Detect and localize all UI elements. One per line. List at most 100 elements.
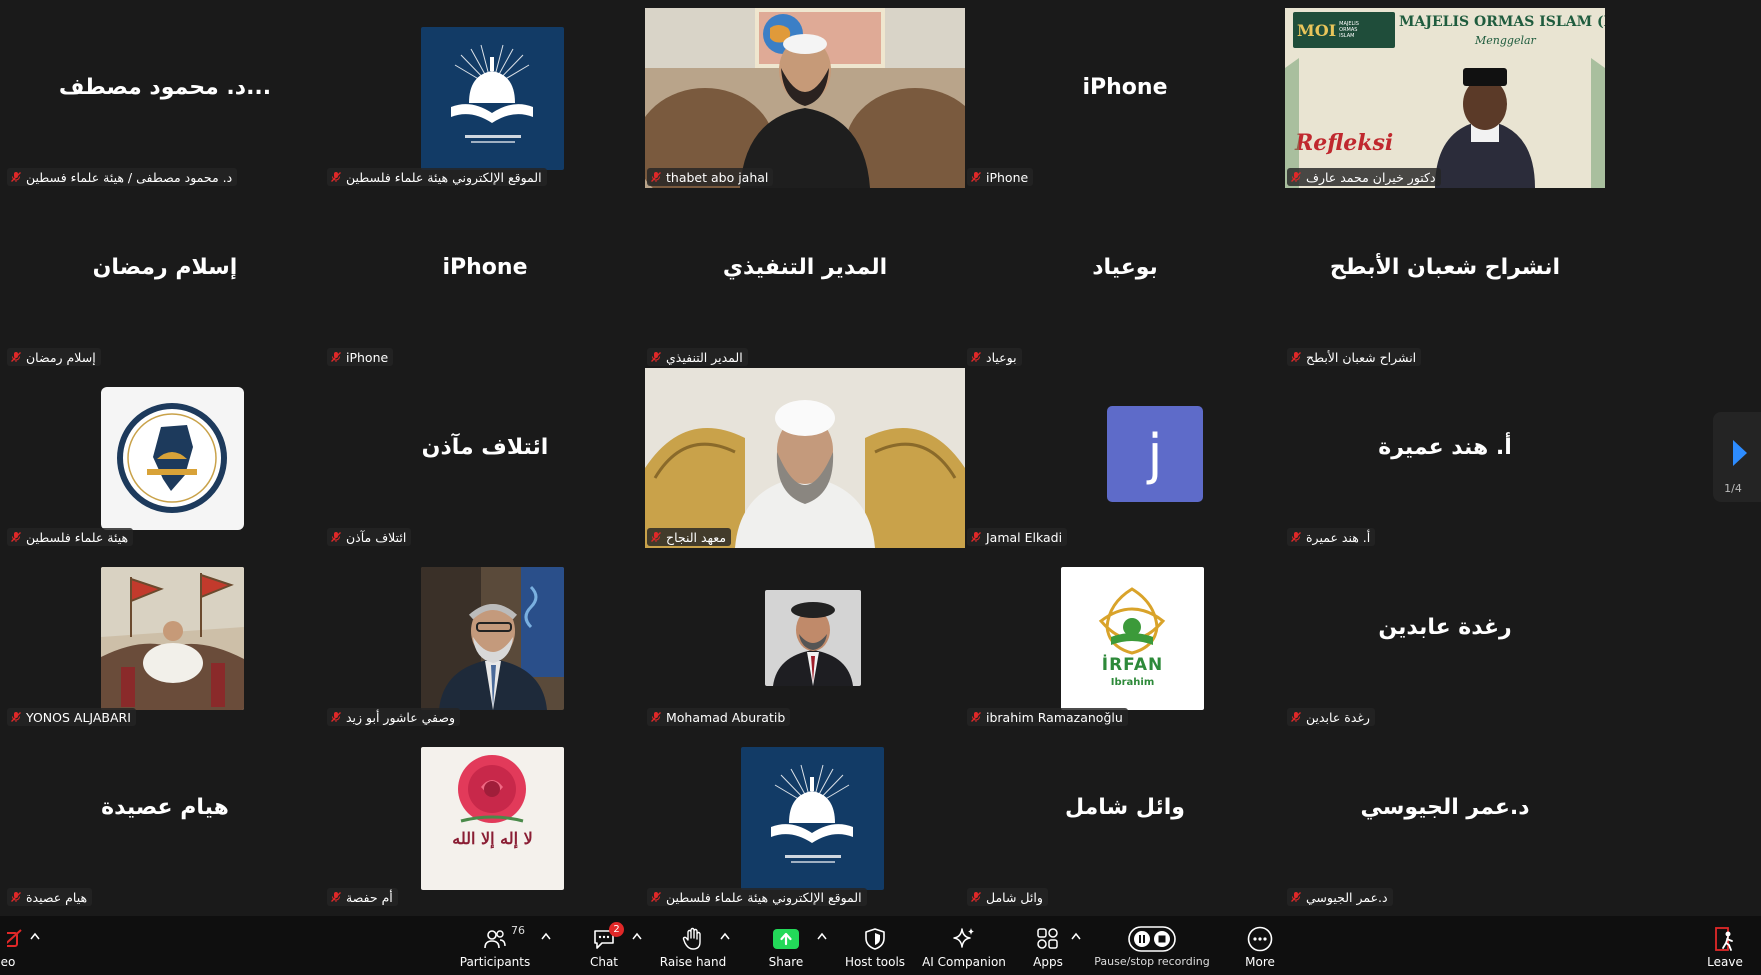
participant-video: MOI MAJELIS ORMAS ISLAM MAJELIS ORMAS IS… (1285, 8, 1605, 188)
participant-display-name: إسلام رمضان (92, 254, 238, 280)
participant-video (645, 8, 965, 188)
participant-name-label: iPhone (327, 348, 394, 366)
chat-options-caret-icon[interactable] (632, 932, 642, 940)
next-page-button[interactable]: 1/4 (1713, 412, 1761, 502)
participant-name-label: معهد النجاح (647, 528, 732, 546)
participant-tile[interactable]: الموقع الإلكتروني هيئة علماء فلسطين (645, 728, 965, 908)
participant-tile[interactable]: هيام عصيدة هيام عصيدة (5, 728, 325, 908)
participant-name-label: رغدة عابدين (1287, 708, 1375, 726)
leave-door-icon (1715, 927, 1733, 951)
participants-options-caret-icon[interactable] (541, 932, 551, 940)
participant-tile[interactable]: Mohamad Aburatib (645, 548, 965, 728)
video-button[interactable]: eo (0, 916, 30, 975)
participant-tile[interactable]: هيئة علماء فلسطين (5, 368, 325, 548)
apps-options-caret-icon[interactable] (1071, 932, 1081, 940)
participant-tile[interactable]: thabet abo jahal (645, 8, 965, 188)
pause-stop-recording-icon (1128, 926, 1176, 952)
participant-tile[interactable]: İRFAN Ibrahim ibrahim Ramazanoğlu (965, 548, 1285, 728)
share-options-caret-icon[interactable] (817, 932, 827, 940)
participant-tile-active-speaker[interactable]: معهد النجاح (645, 368, 965, 548)
participant-tile[interactable]: د.عمر الجيوسي د.عمر الجيوسي (1285, 728, 1605, 908)
mic-muted-icon (1291, 172, 1301, 182)
dome-book-logo-icon (451, 44, 533, 143)
mic-muted-icon (331, 892, 341, 902)
participant-display-name: هيام عصيدة (101, 794, 229, 820)
shield-icon (865, 928, 885, 950)
participant-display-name: iPhone (442, 254, 528, 280)
raise-hand-options-caret-icon[interactable] (720, 932, 730, 940)
dome-book-logo-icon (771, 764, 853, 863)
ai-companion-button[interactable]: AI Companion (920, 916, 1008, 975)
mic-muted-icon (651, 532, 661, 542)
participant-tile[interactable]: المدير التنفيذي المدير التنفيذي (645, 188, 965, 368)
participant-tile[interactable]: بوعياد بوعياد (965, 188, 1285, 368)
participant-tile[interactable]: إسلام رمضان إسلام رمضان (5, 188, 325, 368)
participant-tile[interactable]: j Jamal Elkadi (965, 368, 1285, 548)
name-label-text: بوعياد (986, 349, 1017, 365)
pause-stop-recording-button[interactable]: Pause/stop recording (1092, 916, 1212, 975)
chat-unread-badge: 2 (609, 922, 624, 937)
participant-name-label: الموقع الإلكتروني هيئة علماء فلسطين (327, 168, 547, 186)
mic-muted-icon (971, 352, 981, 362)
raise-hand-button[interactable]: Raise hand (657, 916, 729, 975)
mic-muted-icon (331, 172, 341, 182)
participant-name-label: iPhone (967, 168, 1034, 186)
video-options-caret-icon[interactable] (30, 932, 40, 940)
mic-muted-icon (11, 712, 21, 722)
name-label-text: iPhone (346, 349, 389, 365)
meeting-toolbar: eo 76 Participants 2 Chat Raise hand Sha… (0, 916, 1761, 975)
name-label-text: الموقع الإلكتروني هيئة علماء فلسطين (666, 889, 862, 905)
gallery-view: د. محمود مصطف... د. محمود مصطفى / هيئة ع… (0, 0, 1761, 916)
participant-name-label: انشراح شعبان الأبطح (1287, 348, 1422, 366)
participant-tile[interactable]: لا إله إلا الله أم حفصة (325, 728, 645, 908)
mic-muted-icon (1291, 712, 1301, 722)
rose-calligraphy-picture: لا إله إلا الله (421, 747, 564, 890)
participant-tile[interactable]: ائتلاف مآذن ائتلاف مآذن (325, 368, 645, 548)
page-indicator: 1/4 (1724, 482, 1742, 495)
raise-hand-icon (682, 927, 701, 950)
irfan-logo: İRFAN Ibrahim (1061, 567, 1204, 710)
participant-tile[interactable]: أ. هند عميرة أ. هند عميرة (1285, 368, 1605, 548)
mic-muted-icon (971, 892, 981, 902)
participant-name-label: وصفي عاشور أبو زيد (327, 708, 461, 726)
participant-display-name: بوعياد (1092, 254, 1158, 280)
participant-tile[interactable]: iPhone iPhone (325, 188, 645, 368)
participant-display-name: iPhone (1082, 74, 1168, 100)
more-button[interactable]: More (1238, 916, 1282, 975)
participant-tile[interactable]: انشراح شعبان الأبطح انشراح شعبان الأبطح (1285, 188, 1605, 368)
mic-muted-icon (1291, 892, 1301, 902)
name-label-text: وائل شامل (986, 889, 1043, 905)
participant-tile[interactable]: وائل شامل وائل شامل (965, 728, 1285, 908)
more-ellipsis-icon (1247, 926, 1273, 952)
participant-tile[interactable]: الموقع الإلكتروني هيئة علماء فلسطين (325, 8, 645, 188)
participant-video (645, 368, 965, 548)
avatar: j (1107, 406, 1203, 502)
mic-muted-icon (651, 712, 661, 722)
mic-muted-icon (651, 172, 661, 182)
apps-button[interactable]: Apps (1024, 916, 1072, 975)
participant-name-label: أم حفصة (327, 888, 398, 906)
participant-name-label: الموقع الإلكتروني هيئة علماء فلسطين (647, 888, 867, 906)
participant-name-label: ائتلاف مآذن (327, 528, 412, 546)
participant-name-label: YONOS ALJABARI (7, 708, 136, 726)
leave-meeting-button[interactable]: Leave (1702, 916, 1748, 975)
participant-count: 76 (511, 924, 525, 937)
chat-button[interactable]: 2 Chat (574, 916, 634, 975)
name-label-text: إسلام رمضان (26, 349, 96, 365)
name-label-text: معهد النجاح (666, 529, 727, 545)
participant-name-label: هيئة علماء فلسطين (7, 528, 134, 546)
participant-tile[interactable]: رغدة عابدين رغدة عابدين (1285, 548, 1605, 728)
share-screen-button[interactable]: Share (756, 916, 816, 975)
name-label-text: thabet abo jahal (666, 169, 769, 185)
participant-tile[interactable]: وصفي عاشور أبو زيد (325, 548, 645, 728)
participant-photo (421, 567, 564, 710)
participant-tile[interactable]: YONOS ALJABARI (5, 548, 325, 728)
name-label-text: هيام عصيدة (26, 889, 88, 905)
participant-tile[interactable]: د. محمود مصطف... د. محمود مصطفى / هيئة ع… (5, 8, 325, 188)
host-tools-button[interactable]: Host tools (840, 916, 910, 975)
name-label-text: انشراح شعبان الأبطح (1306, 349, 1417, 365)
mic-muted-icon (971, 172, 981, 182)
participants-button[interactable]: 76 Participants (455, 916, 535, 975)
participant-tile[interactable]: MOI MAJELIS ORMAS ISLAM MAJELIS ORMAS IS… (1285, 8, 1605, 188)
participant-tile[interactable]: iPhone iPhone (965, 8, 1285, 188)
